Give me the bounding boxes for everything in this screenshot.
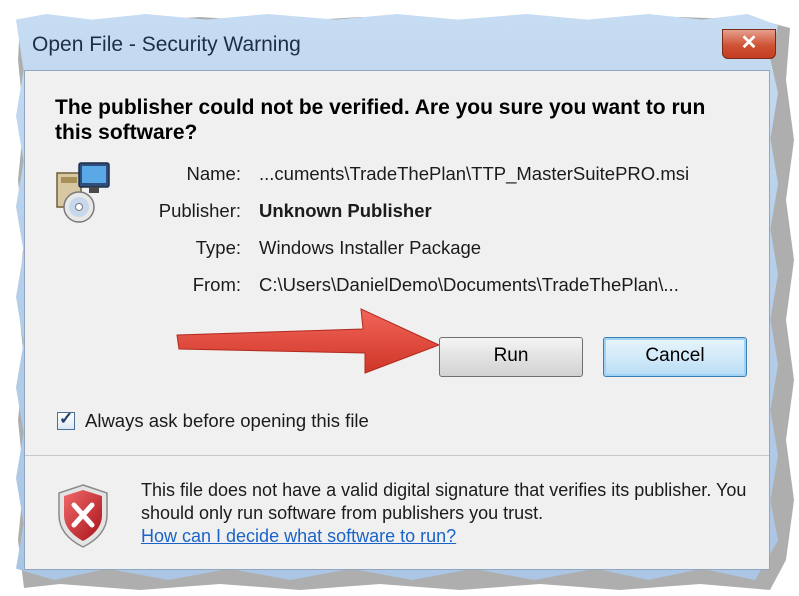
cancel-button[interactable]: Cancel [603, 337, 747, 377]
screenshot-stage: Open File - Security Warning ✕ The publi… [0, 0, 799, 596]
always-ask-label[interactable]: Always ask before opening this file [85, 410, 369, 432]
from-label: From: [192, 274, 241, 295]
security-shield-icon [58, 484, 108, 548]
publisher-label: Publisher: [158, 200, 241, 221]
section-divider [25, 455, 769, 456]
run-button[interactable]: Run [439, 337, 583, 377]
checkmark-icon: ✓ [59, 409, 74, 428]
help-link[interactable]: How can I decide what software to run? [141, 526, 456, 547]
name-label: Name: [186, 163, 242, 184]
signature-warning-text: This file does not have a valid digital … [141, 480, 747, 523]
red-arrow-annotation [176, 308, 441, 374]
from-value: C:\Users\DanielDemo\Documents\TradeThePl… [259, 274, 679, 295]
dialog-body: The publisher could not be verified. Are… [24, 70, 770, 570]
type-label: Type: [195, 237, 241, 258]
always-ask-checkbox[interactable]: ✓ [57, 409, 75, 430]
installer-package-icon [56, 162, 110, 223]
type-value: Windows Installer Package [259, 237, 482, 258]
publisher-value: Unknown Publisher [259, 200, 432, 221]
warning-question: The publisher could not be verified. Are… [55, 96, 706, 144]
name-value: ...cuments\TradeThePlan\TTP_MasterSuiteP… [259, 163, 690, 184]
close-icon: ✕ [740, 32, 758, 54]
close-button[interactable]: ✕ [722, 29, 776, 59]
dialog-title: Open File - Security Warning [32, 33, 301, 56]
